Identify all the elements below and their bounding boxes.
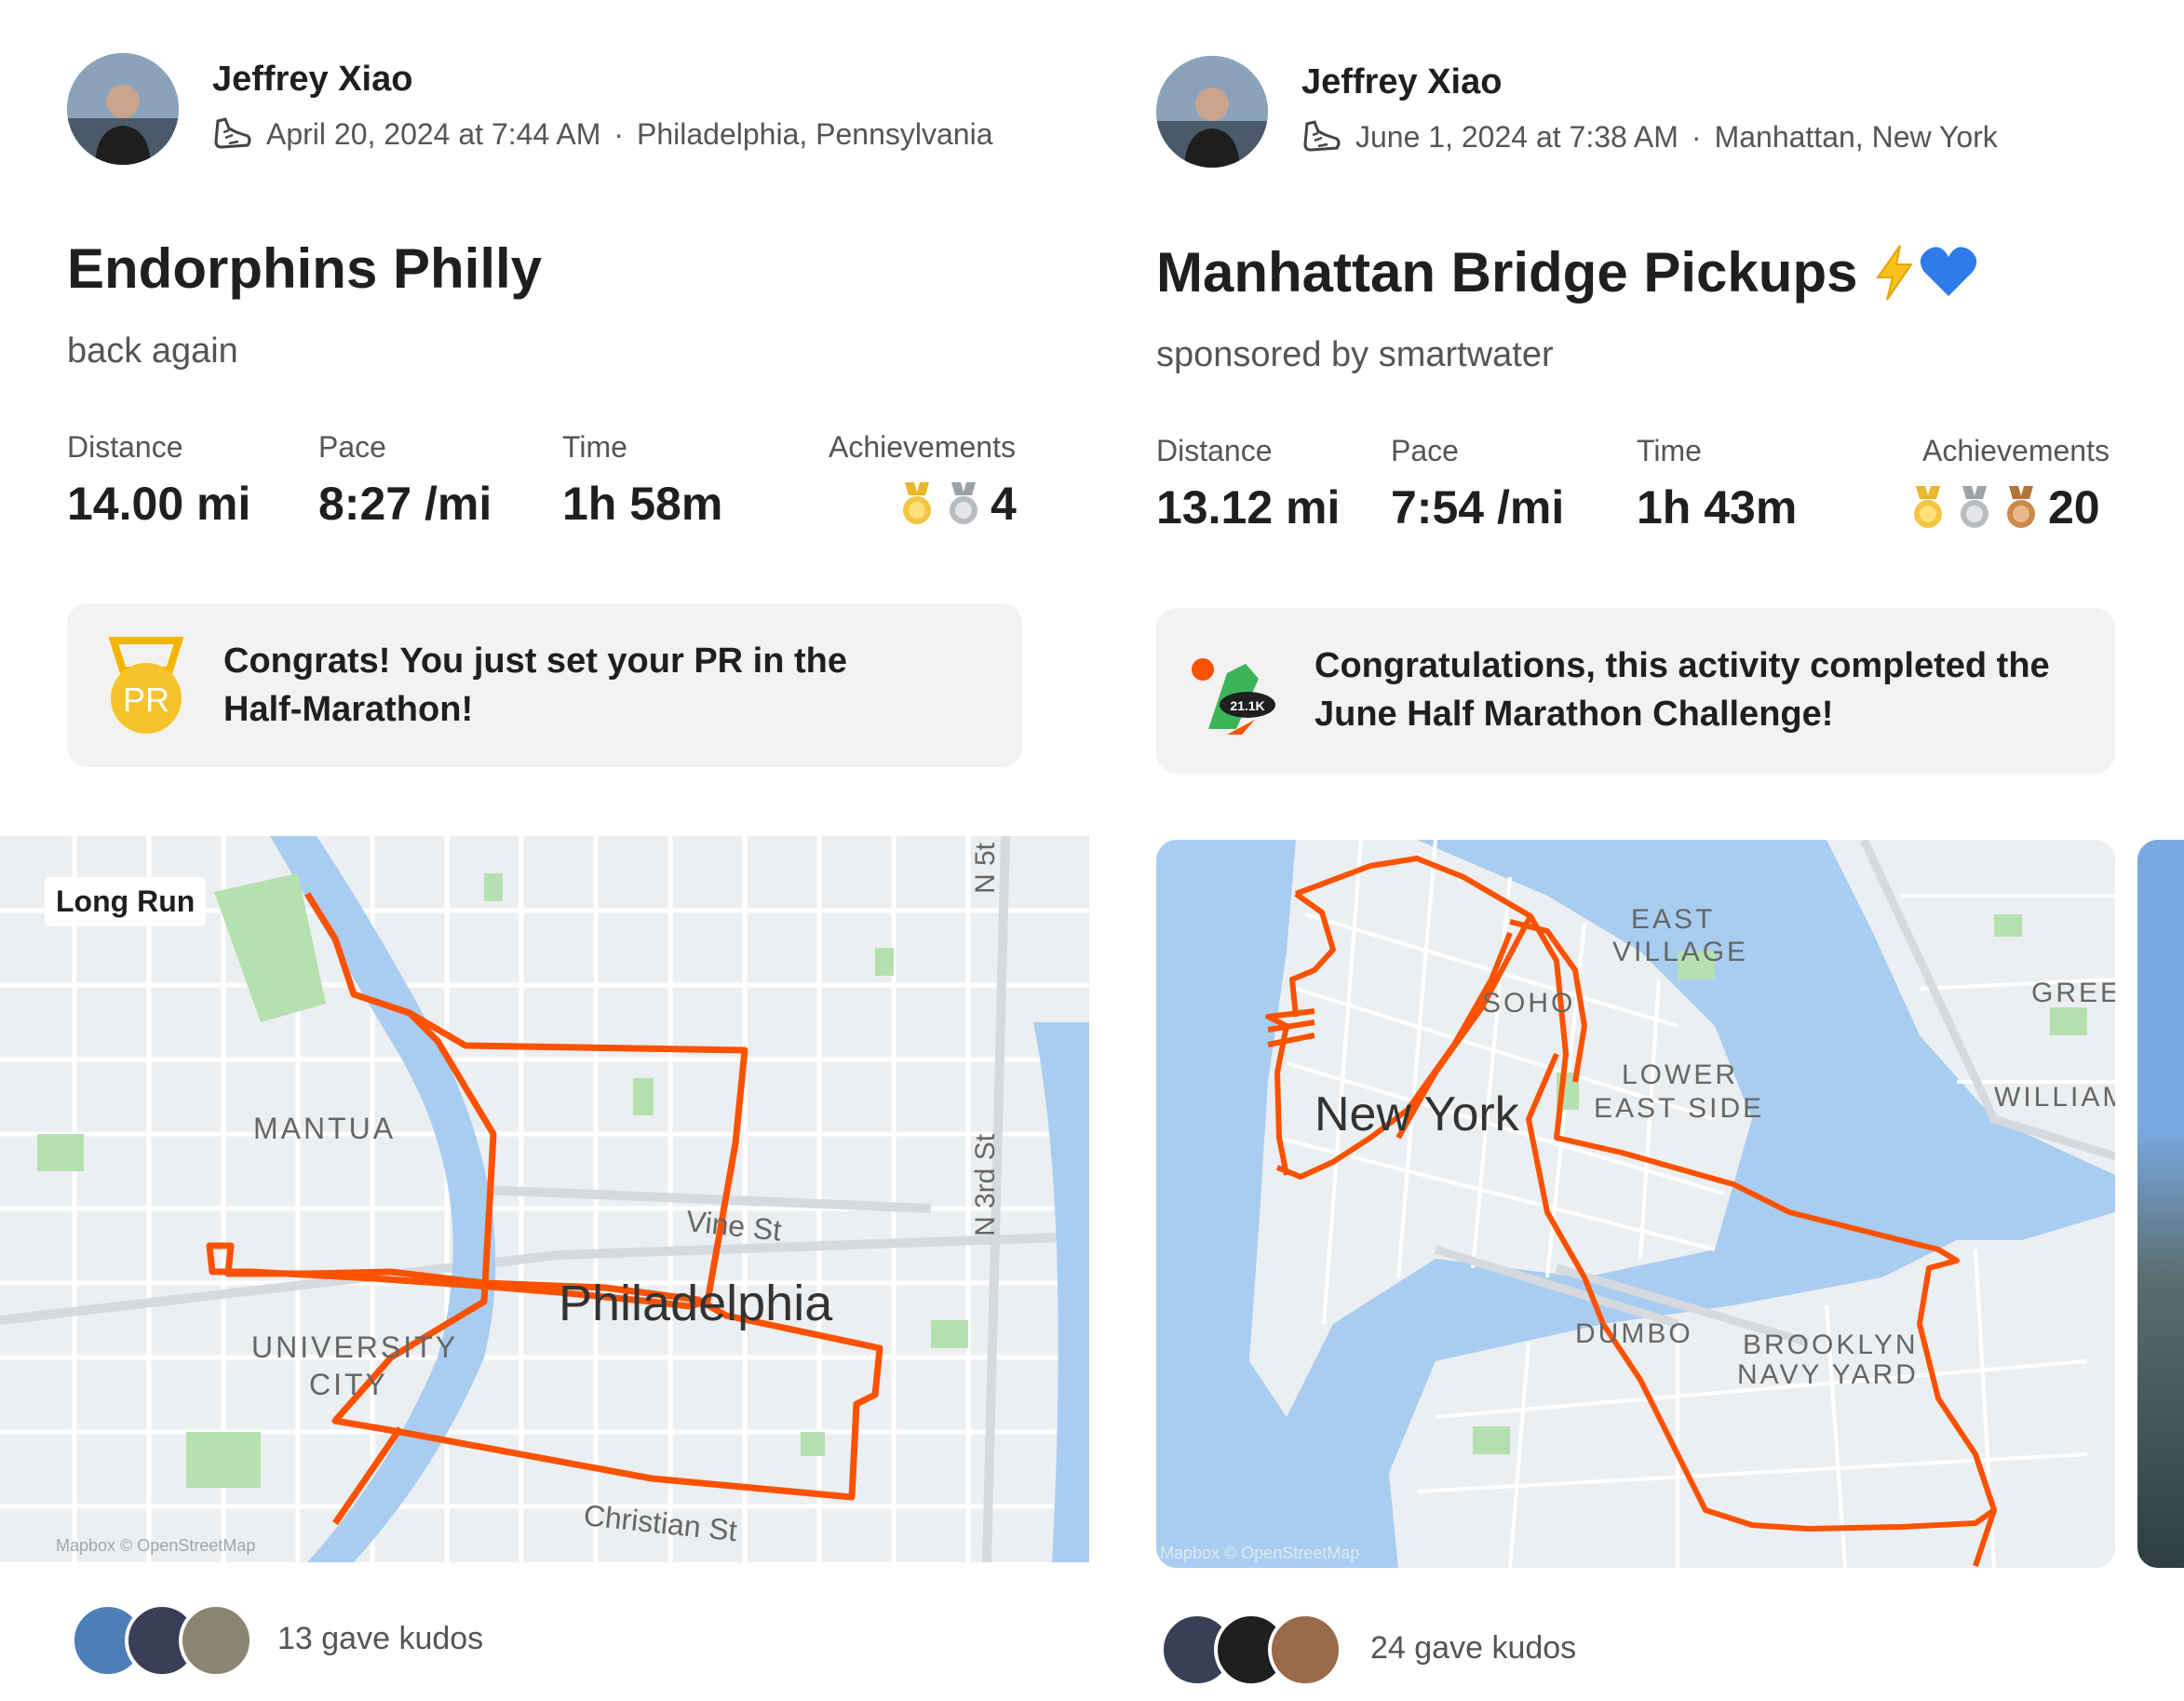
map-label-soho: SOHO xyxy=(1482,988,1575,1019)
achievements-label: Achievements xyxy=(829,430,1016,464)
route-map[interactable]: MANTUA UNIVERSITY CITY Vine St Philadelp… xyxy=(0,836,1089,1562)
pr-medal-icon: PR xyxy=(108,637,184,734)
silver-medal-icon xyxy=(950,482,977,524)
time-label: Time xyxy=(1637,434,1702,467)
map-label-village: VILLAGE xyxy=(1612,937,1748,967)
activity-description: back again xyxy=(67,331,238,371)
achievements-value[interactable]: 4 xyxy=(897,477,1017,531)
pace-value: 7:54 /mi xyxy=(1391,481,1565,533)
activity-card-manhattan[interactable]: Jeffrey Xiao June 1, 2024 at 7:38 AM · M… xyxy=(1089,0,2115,1701)
challenge-badge-icon: 21.1K xyxy=(1192,658,1275,735)
distance-label: Distance xyxy=(1156,434,1273,467)
achievements-count: 4 xyxy=(991,478,1017,530)
activity-date: April 20, 2024 at 7:44 AM xyxy=(266,116,601,151)
map-label-university: UNIVERSITY xyxy=(251,1330,458,1364)
kudos-avatars[interactable] xyxy=(1160,1613,1342,1687)
title-emoji xyxy=(1874,244,1978,302)
pace-label: Pace xyxy=(318,430,386,464)
challenge-banner-line2: June Half Marathon Challenge! xyxy=(1314,695,1834,734)
route-map[interactable]: EAST VILLAGE SOHO LOWER EAST SIDE New Yo… xyxy=(1156,840,2115,1568)
kudos-avatar[interactable] xyxy=(179,1603,253,1678)
activity-title[interactable]: Manhattan Bridge Pickups xyxy=(1156,240,1978,304)
map-label-n5t: N 5t xyxy=(970,842,1001,894)
running-shoe-icon xyxy=(214,117,251,149)
athlete-name[interactable]: Jeffrey Xiao xyxy=(212,60,412,100)
activity-meta: June 1, 2024 at 7:38 AM · Manhattan, New… xyxy=(1301,118,1998,155)
map-label-east: EAST xyxy=(1631,904,1715,935)
distance-value: 14.00 mi xyxy=(67,478,251,530)
gold-medal-icon xyxy=(903,482,931,524)
meta-separator: · xyxy=(613,116,624,151)
time-value: 1h 43m xyxy=(1637,481,1798,533)
blue-heart-emoji-icon xyxy=(1921,246,1977,296)
map-label-city: CITY xyxy=(309,1368,388,1401)
pr-banner-text: Congrats! You just set your PR in the Ha… xyxy=(223,637,847,734)
map-label-east-side: EAST SIDE xyxy=(1594,1093,1764,1124)
next-activity-peek[interactable] xyxy=(2137,840,2184,1568)
pr-banner-line1: Congrats! You just set your PR in the xyxy=(223,641,847,681)
pr-medal-text: PR xyxy=(123,681,169,719)
pace-value: 8:27 /mi xyxy=(318,478,492,530)
map-label-dumbo: DUMBO xyxy=(1575,1318,1693,1349)
activity-card-philly[interactable]: Jeffrey Xiao April 20, 2024 at 7:44 AM ·… xyxy=(0,0,1089,1701)
running-shoe-icon xyxy=(1303,120,1341,152)
map-label-brooklyn: BROOKLYN xyxy=(1743,1330,1919,1360)
time-value: 1h 58m xyxy=(562,478,723,530)
kudos-avatars[interactable] xyxy=(71,1603,253,1678)
achievements-value[interactable]: 20 xyxy=(1908,480,2100,534)
map-attribution: Mapbox © OpenStreetMap xyxy=(56,1536,255,1555)
activity-date: June 1, 2024 at 7:38 AM xyxy=(1355,119,1678,154)
map-label-navy-yard: NAVY YARD xyxy=(1737,1359,1919,1390)
bronze-medal-icon xyxy=(2007,486,2035,528)
silver-medal-icon xyxy=(1961,486,1989,528)
meta-separator: · xyxy=(1691,119,1702,154)
athlete-name[interactable]: Jeffrey Xiao xyxy=(1301,62,1502,102)
map-label-gree: GREE xyxy=(2031,978,2115,1008)
map-label-lower: LOWER xyxy=(1622,1060,1738,1090)
activity-title-text[interactable]: Manhattan Bridge Pickups xyxy=(1156,240,1857,304)
time-label: Time xyxy=(562,430,627,464)
activity-meta: April 20, 2024 at 7:44 AM · Philadelphia… xyxy=(212,115,992,153)
map-tag-long-run: Long Run xyxy=(45,877,207,926)
kudos-count[interactable]: 13 gave kudos xyxy=(277,1621,483,1657)
distance-value: 13.12 mi xyxy=(1156,481,1341,533)
activity-title[interactable]: Endorphins Philly xyxy=(67,236,542,301)
challenge-banner[interactable]: 21.1K Congratulations, this activity com… xyxy=(1156,608,2115,774)
map-label-philadelphia: Philadelphia xyxy=(559,1276,833,1331)
map-label-n3rd-st: N 3rd St xyxy=(970,1133,1001,1236)
pace-label: Pace xyxy=(1391,434,1459,467)
kudos-count[interactable]: 24 gave kudos xyxy=(1370,1630,1576,1667)
athlete-avatar[interactable] xyxy=(67,53,179,165)
activity-location: Philadelphia, Pennsylvania xyxy=(637,116,993,151)
map-attribution: Mapbox © OpenStreetMap xyxy=(1160,1544,1359,1562)
athlete-avatar[interactable] xyxy=(1156,56,1268,168)
lightning-emoji-icon xyxy=(1876,244,1914,301)
challenge-banner-text: Congratulations, this activity completed… xyxy=(1314,641,2050,738)
map-label-new-york: New York xyxy=(1314,1087,1520,1141)
achievements-count: 20 xyxy=(2048,481,2100,533)
map-label-mantua: MANTUA xyxy=(253,1112,396,1145)
map-label-william: WILLIAM xyxy=(1994,1082,2115,1113)
gold-medal-icon xyxy=(1914,486,1942,528)
pr-banner-line2: Half-Marathon! xyxy=(223,690,474,729)
activity-location: Manhattan, New York xyxy=(1714,119,1998,154)
distance-label: Distance xyxy=(67,430,183,464)
kudos-avatar[interactable] xyxy=(1268,1613,1342,1687)
pr-banner[interactable]: PR Congrats! You just set your PR in the… xyxy=(67,603,1022,767)
achievements-label: Achievements xyxy=(1922,434,2110,467)
challenge-badge-text: 21.1K xyxy=(1230,698,1264,713)
activity-description: sponsored by smartwater xyxy=(1156,335,1554,374)
challenge-banner-line1: Congratulations, this activity completed… xyxy=(1314,646,2050,685)
activity-title-text[interactable]: Endorphins Philly xyxy=(67,236,542,301)
